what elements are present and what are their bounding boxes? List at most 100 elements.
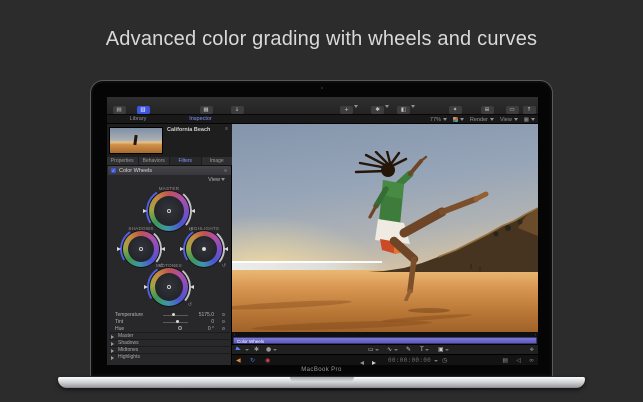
slider-handle[interactable] xyxy=(172,313,175,316)
behaviors-icon: ✱ xyxy=(371,106,384,114)
panel-toggle-icon[interactable]: ▤ xyxy=(502,355,508,365)
group-highlights[interactable]: Highlights xyxy=(109,353,230,360)
wheel-handle-right[interactable] xyxy=(161,247,165,251)
replicate-icon: ⊞ xyxy=(481,106,494,114)
chevron-down-icon xyxy=(385,105,389,108)
clock-icon[interactable]: ◷ xyxy=(442,355,447,365)
add-object-icon: + xyxy=(340,106,353,114)
tools-bar: ✱ ● ▭ ∿ ✎ T ▣ ✥ xyxy=(232,344,538,354)
project-pane-icon: ▦ xyxy=(200,106,213,114)
step-back-icon[interactable] xyxy=(360,358,364,365)
group-midtones[interactable]: Midtones xyxy=(109,346,230,353)
audio-icon[interactable]: ◁ xyxy=(516,355,521,365)
main-toolbar: ▤ Library ▥ Inspector ▦ Project Pane ↓ I… xyxy=(107,97,538,115)
chevron-down-icon xyxy=(411,105,415,108)
color-wheel-highlights[interactable]: ↺ xyxy=(186,231,222,267)
tab-properties[interactable]: Properties xyxy=(107,157,139,165)
wheel-puck[interactable] xyxy=(167,209,171,213)
wheel-handle-right[interactable] xyxy=(224,247,228,251)
canvas-area[interactable]: ‹ › Color Wheels ✱ ● ▭ ∿ ✎ T ▣ ✥ xyxy=(232,124,538,365)
filters-icon: ◧ xyxy=(397,106,410,114)
motion-app-window: ▤ Library ▥ Inspector ▦ Project Pane ↓ I… xyxy=(107,97,538,365)
tab-behaviors[interactable]: Behaviors xyxy=(139,157,171,165)
wheel-puck[interactable] xyxy=(139,247,143,251)
select-tool-icon[interactable] xyxy=(235,346,241,351)
chevron-down-icon xyxy=(531,118,535,121)
color-wheel-midtones[interactable]: ↺ xyxy=(150,268,188,306)
timeline-clip[interactable]: Color Wheels xyxy=(233,337,537,344)
layout-control[interactable]: ▦ xyxy=(524,117,535,123)
chevron-down-icon xyxy=(445,349,449,351)
filter-enabled-checkbox[interactable]: ✓ xyxy=(111,168,116,173)
color-wheel-shadows[interactable]: ↺ xyxy=(123,231,159,267)
tab-library[interactable]: Library xyxy=(107,115,169,124)
hue-ring[interactable] xyxy=(186,231,222,267)
chevron-down-icon xyxy=(434,360,438,362)
loop-playback-icon[interactable]: ↻ xyxy=(250,355,255,365)
wheel-handle-right[interactable] xyxy=(191,209,195,213)
channels-control[interactable] xyxy=(453,117,464,122)
group-master[interactable]: Master xyxy=(109,332,230,339)
chevron-down-icon xyxy=(273,349,277,351)
camera-icon xyxy=(321,87,323,89)
group-shadows[interactable]: Shadows xyxy=(109,339,230,346)
reset-icon[interactable]: ↺ xyxy=(222,263,226,269)
chevron-down-icon xyxy=(394,349,398,351)
wheel-handle-left[interactable] xyxy=(143,209,147,213)
inspector-icon: ▥ xyxy=(137,106,150,114)
library-icon: ▤ xyxy=(113,106,126,114)
color-wheel-master[interactable]: ↺ xyxy=(149,191,189,231)
tint-slider[interactable] xyxy=(163,322,188,323)
wheel-handle-left[interactable] xyxy=(180,247,184,251)
make-particles-icon: ✦ xyxy=(449,106,462,114)
render-menu[interactable]: Render xyxy=(470,117,494,123)
chevron-down-icon xyxy=(490,118,494,121)
tab-inspector[interactable]: Inspector xyxy=(169,115,232,124)
media-row[interactable]: California Beach ≡ xyxy=(107,124,232,157)
lid-notch xyxy=(290,377,354,382)
media-list-icon[interactable]: ≡ xyxy=(225,126,228,132)
hue-dial[interactable] xyxy=(178,326,182,330)
tab-filters[interactable]: Filters xyxy=(170,157,202,165)
wheel-handle-right[interactable] xyxy=(190,285,194,289)
hue-ring[interactable] xyxy=(149,191,189,231)
temperature-slider[interactable] xyxy=(163,315,188,316)
hue-ring[interactable] xyxy=(150,268,188,306)
timecode-menu[interactable] xyxy=(432,355,438,365)
param-temperature: Temperature 5175.0 xyxy=(111,311,228,318)
play-icon[interactable] xyxy=(372,358,376,365)
reset-icon[interactable] xyxy=(222,313,225,316)
color-wheels-header[interactable]: ✓ Color Wheels xyxy=(108,166,231,175)
reset-icon[interactable]: ↺ xyxy=(188,302,192,308)
link-icon[interactable]: ∞ xyxy=(529,355,534,365)
inspector-tabs: Properties Behaviors Filters Image xyxy=(107,157,232,166)
slider-handle[interactable] xyxy=(176,320,179,323)
chevron-down-icon xyxy=(460,118,464,121)
inspector-panel: California Beach ≡ Properties Behaviors … xyxy=(107,124,232,365)
record-icon[interactable]: ◉ xyxy=(265,355,270,365)
reset-icon[interactable] xyxy=(222,320,225,323)
chevron-down-icon xyxy=(443,118,447,121)
jumping-person xyxy=(342,151,495,301)
wheel-handle-left[interactable] xyxy=(117,247,121,251)
media-title: California Beach xyxy=(167,127,210,133)
mute-audio-icon[interactable]: ◀ xyxy=(236,355,241,365)
wheel-view-menu[interactable]: View xyxy=(208,177,225,183)
tab-image[interactable]: Image xyxy=(202,157,233,165)
filter-options-icon[interactable] xyxy=(224,169,227,172)
param-hue: Hue 0 ° xyxy=(111,325,228,332)
wheel-puck[interactable] xyxy=(202,247,206,251)
view-menu[interactable]: View xyxy=(500,117,518,123)
wheel-puck[interactable] xyxy=(167,285,171,289)
timecode-display[interactable]: 00:00:00:00 xyxy=(388,355,431,365)
macbook-lid: ▤ Library ▥ Inspector ▦ Project Pane ↓ I… xyxy=(90,80,553,377)
device-label: MacBook Pro xyxy=(91,367,552,373)
chevron-down-icon xyxy=(245,349,249,351)
zoom-level-control[interactable]: 77% xyxy=(430,117,447,123)
chevron-down-icon xyxy=(221,178,225,181)
wheel-handle-left[interactable] xyxy=(144,285,148,289)
filter-name: Color Wheels xyxy=(119,168,152,174)
reset-icon[interactable] xyxy=(222,327,225,330)
hue-ring[interactable] xyxy=(123,231,159,267)
chevron-down-icon xyxy=(354,105,358,108)
